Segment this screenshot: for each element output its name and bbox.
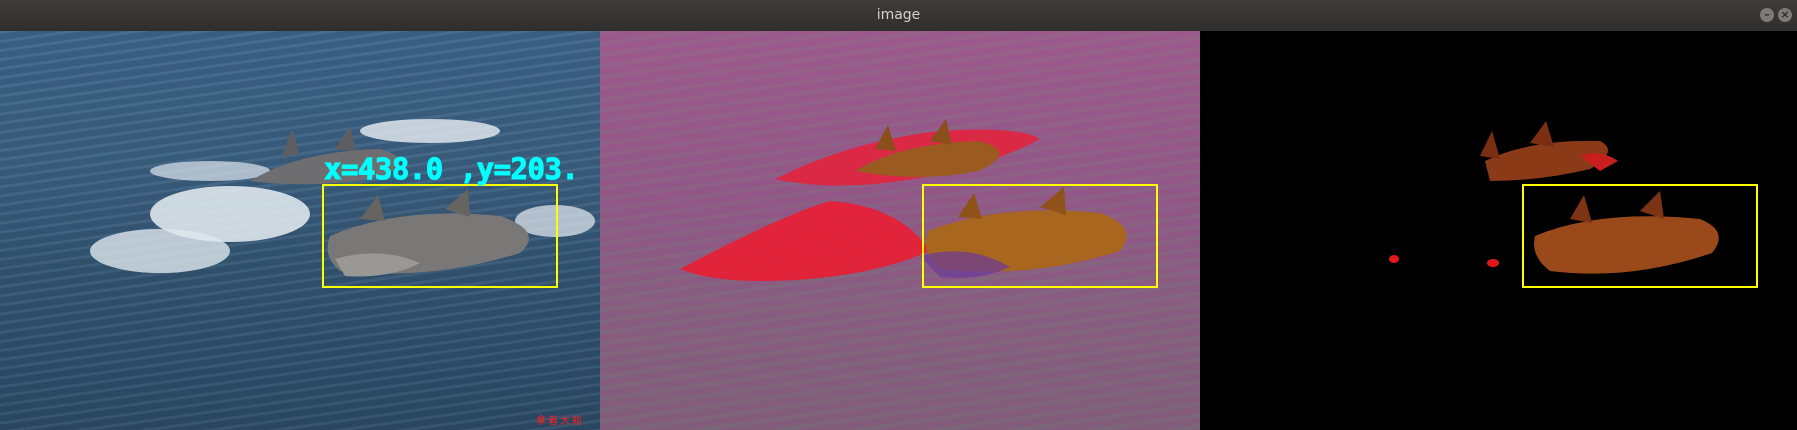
image-canvas[interactable]: x=438.0 ,y=203. 拿着大瓶 <box>0 31 1797 430</box>
bounding-box <box>922 184 1158 288</box>
bounding-box <box>1522 184 1758 288</box>
mask-image-panel[interactable] <box>1200 31 1797 430</box>
coordinate-label: x=438.0 ,y=203. <box>323 152 579 187</box>
close-icon[interactable]: × <box>1778 8 1792 22</box>
original-image-panel[interactable]: x=438.0 ,y=203. 拿着大瓶 <box>0 31 600 430</box>
minimize-icon[interactable]: – <box>1760 8 1774 22</box>
window-title: image <box>876 7 921 23</box>
watermark-text: 拿着大瓶 <box>536 416 584 427</box>
bounding-box <box>322 184 558 288</box>
processed-image-panel[interactable] <box>600 31 1200 430</box>
title-bar[interactable]: image – × <box>0 0 1797 32</box>
image-window: image – × x=438.0 ,y=203. 拿着大瓶 <box>0 0 1797 430</box>
